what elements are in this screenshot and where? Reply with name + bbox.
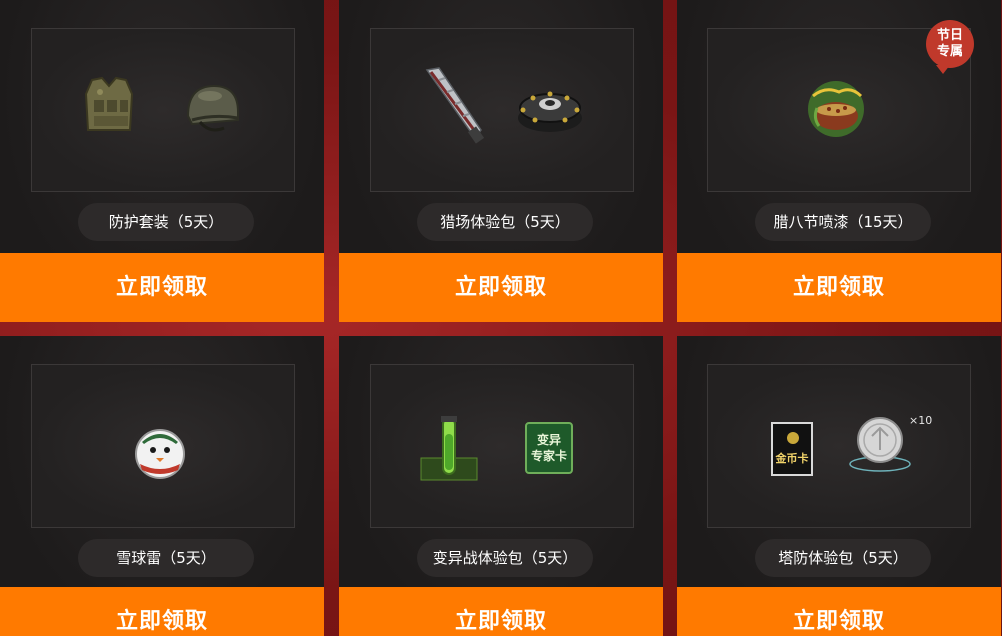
mutant-vial-icon — [420, 416, 478, 481]
claim-button[interactable]: 立即领取 — [339, 253, 663, 322]
claim-button[interactable]: 立即领取 — [677, 253, 1001, 322]
card-label-line-2: 专家卡 — [530, 449, 567, 463]
claim-button[interactable]: 立即领取 — [677, 587, 1001, 636]
item-frame — [31, 28, 295, 192]
mutant-expert-card-icon: 变异 专家卡 — [525, 422, 573, 474]
snowball-grenade-icon — [135, 429, 185, 479]
badge-line-1: 节日 — [936, 28, 963, 43]
item-frame — [370, 28, 634, 192]
blade-weapon-icon — [425, 67, 485, 144]
card-label: 金币卡 — [775, 452, 809, 465]
badge-line-2: 专属 — [936, 44, 963, 59]
festival-exclusive-badge: 节日 专属 — [926, 20, 974, 74]
card-label-line-1: 变异 — [536, 433, 561, 447]
reward-card-tower-defense-pack: 金币卡 ×10 塔防体验包（5天） 立即领取 — [677, 336, 1001, 636]
claim-button[interactable]: 立即领取 — [0, 587, 324, 636]
coin-quantity: ×10 — [909, 414, 933, 427]
reward-card-hunting-pack: 猎场体验包（5天） 立即领取 — [339, 0, 663, 322]
item-name: 防护套装（5天） — [78, 203, 254, 241]
claim-button[interactable]: 立即领取 — [0, 253, 324, 322]
item-name: 猎场体验包（5天） — [417, 203, 593, 241]
silver-coin-icon — [849, 417, 911, 472]
claim-button[interactable]: 立即领取 — [339, 587, 663, 636]
item-frame — [370, 364, 634, 528]
reward-card-snowball-grenade: 雪球雷（5天） 立即领取 — [0, 336, 324, 636]
reward-card-protection-set: 防护套装（5天） 立即领取 — [0, 0, 324, 322]
item-name: 雪球雷（5天） — [78, 539, 254, 577]
laba-spray-icon — [808, 81, 864, 137]
item-frame — [707, 364, 971, 528]
helmet-icon — [186, 84, 239, 132]
item-name: 塔防体验包（5天） — [755, 539, 931, 577]
body-armor-icon — [84, 76, 134, 131]
item-name: 腊八节喷漆（15天） — [755, 203, 931, 241]
gold-coin-card-icon: 金币卡 — [771, 422, 813, 476]
landmine-icon — [518, 91, 582, 132]
item-name: 变异战体验包（5天） — [417, 539, 593, 577]
reward-card-mutant-pack: 变异 专家卡 变异战体验包（5天） 立即领取 — [339, 336, 663, 636]
